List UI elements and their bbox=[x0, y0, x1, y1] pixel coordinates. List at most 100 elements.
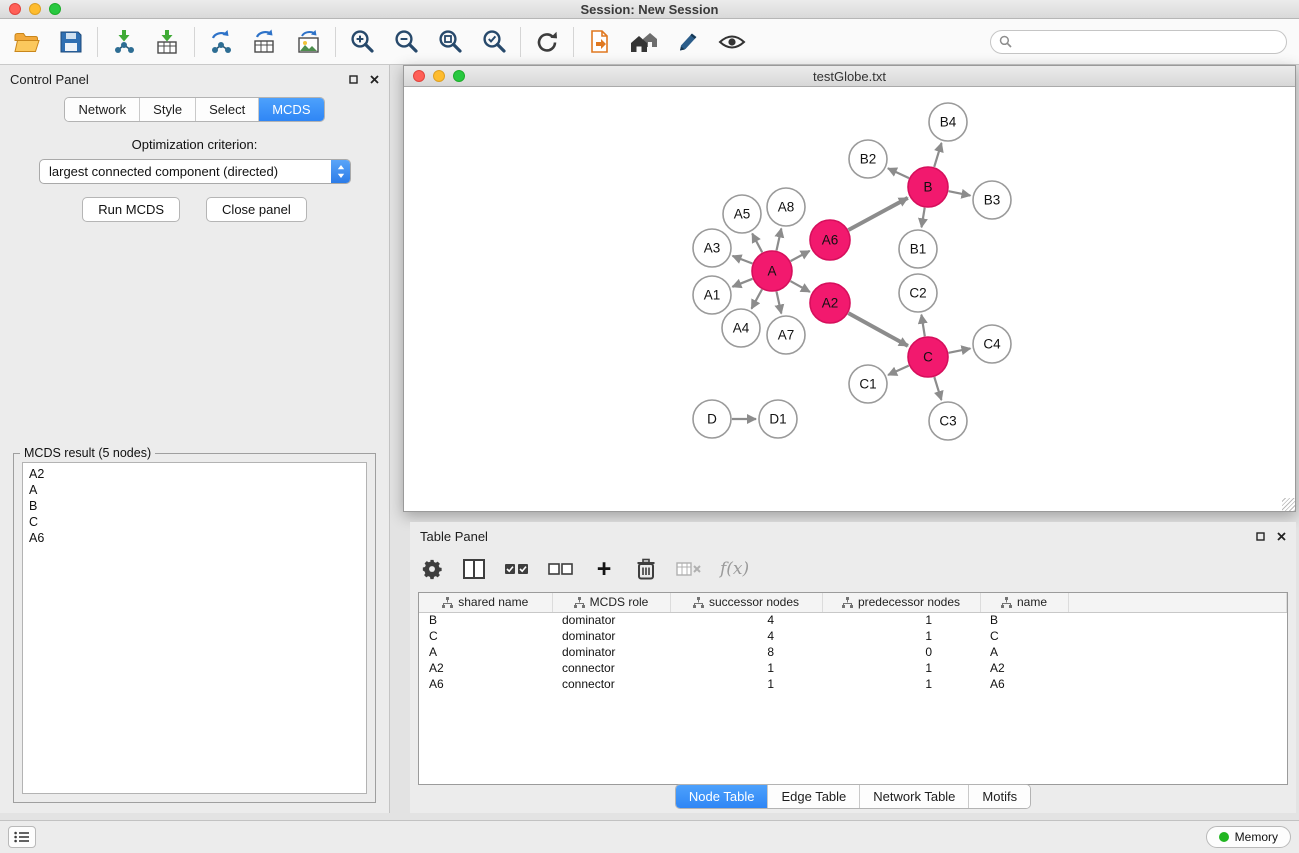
tab-select[interactable]: Select bbox=[196, 98, 259, 121]
network-edge-C-C4[interactable] bbox=[949, 348, 971, 352]
export-image-icon[interactable] bbox=[294, 27, 324, 57]
table-row[interactable]: Adominator80A bbox=[419, 644, 1287, 660]
table-cell: 1 bbox=[822, 628, 980, 644]
network-edge-C-C3[interactable] bbox=[934, 377, 941, 400]
network-edge-A-A6[interactable] bbox=[791, 251, 810, 261]
network-edge-A-A8[interactable] bbox=[777, 229, 782, 251]
svg-text:A7: A7 bbox=[778, 328, 795, 343]
tab-mcds[interactable]: MCDS bbox=[259, 98, 323, 121]
network-node-A5[interactable]: A5 bbox=[723, 195, 761, 233]
zoom-selected-icon[interactable] bbox=[479, 27, 509, 57]
table-row[interactable]: A6connector11A6 bbox=[419, 676, 1287, 692]
new-network-icon[interactable] bbox=[206, 27, 236, 57]
table-row[interactable]: Bdominator41B bbox=[419, 612, 1287, 628]
table-tab-motifs[interactable]: Motifs bbox=[969, 785, 1030, 808]
network-node-A[interactable]: A bbox=[752, 251, 792, 291]
open-file-icon[interactable] bbox=[12, 27, 42, 57]
network-edge-A2-C[interactable] bbox=[848, 313, 908, 346]
table-row[interactable]: Cdominator41C bbox=[419, 628, 1287, 644]
network-node-A2[interactable]: A2 bbox=[810, 283, 850, 323]
annotation-pen-icon[interactable] bbox=[673, 27, 703, 57]
table-settings-gear-icon[interactable] bbox=[420, 558, 444, 580]
network-node-B1[interactable]: B1 bbox=[899, 230, 937, 268]
network-node-A1[interactable]: A1 bbox=[693, 276, 731, 314]
import-table-icon[interactable] bbox=[153, 27, 183, 57]
network-edge-A-A5[interactable] bbox=[752, 234, 762, 253]
network-edge-A-A1[interactable] bbox=[732, 279, 752, 287]
minimize-network-window-button[interactable] bbox=[433, 70, 445, 82]
save-session-icon[interactable] bbox=[56, 27, 86, 57]
import-network-icon[interactable] bbox=[109, 27, 139, 57]
zoom-network-window-button[interactable] bbox=[453, 70, 465, 82]
task-history-button[interactable] bbox=[8, 826, 36, 848]
zoom-window-button[interactable] bbox=[49, 3, 61, 15]
network-edge-B-B4[interactable] bbox=[934, 143, 941, 167]
column-header-predecessor-nodes[interactable]: predecessor nodes bbox=[822, 593, 980, 612]
network-node-C3[interactable]: C3 bbox=[929, 402, 967, 440]
network-canvas[interactable]: B4 B2 B B3 A5A8A6 A3 A B1 A1 A2 C2 A4 A7 C4 C C1 C3 D D1 bbox=[404, 88, 1295, 511]
resize-grip[interactable] bbox=[1282, 498, 1295, 511]
network-node-A8[interactable]: A8 bbox=[767, 188, 805, 226]
zoom-in-icon[interactable] bbox=[347, 27, 377, 57]
close-panel-button[interactable]: Close panel bbox=[206, 197, 307, 222]
memory-button[interactable]: Memory bbox=[1206, 826, 1291, 848]
network-node-D[interactable]: D bbox=[693, 400, 731, 438]
eye-icon[interactable] bbox=[717, 27, 747, 57]
network-node-C1[interactable]: C1 bbox=[849, 365, 887, 403]
show-columns-icon[interactable] bbox=[462, 559, 486, 579]
close-panel-icon[interactable] bbox=[370, 75, 379, 84]
network-edge-A-A2[interactable] bbox=[790, 281, 810, 292]
network-edge-C-C2[interactable] bbox=[921, 315, 924, 337]
network-node-C[interactable]: C bbox=[908, 337, 948, 377]
select-all-icon[interactable] bbox=[504, 562, 530, 576]
delete-column-trash-icon[interactable] bbox=[634, 558, 658, 580]
close-network-window-button[interactable] bbox=[413, 70, 425, 82]
refresh-icon[interactable] bbox=[532, 27, 562, 57]
network-node-B[interactable]: B bbox=[908, 167, 948, 207]
network-edge-B-B3[interactable] bbox=[949, 191, 971, 195]
network-node-A3[interactable]: A3 bbox=[693, 229, 731, 267]
close-window-button[interactable] bbox=[9, 3, 21, 15]
zoom-fit-icon[interactable] bbox=[435, 27, 465, 57]
search-input[interactable] bbox=[1017, 35, 1278, 49]
network-node-A6[interactable]: A6 bbox=[810, 220, 850, 260]
network-edge-B-B2[interactable] bbox=[888, 168, 909, 178]
network-node-C2[interactable]: C2 bbox=[899, 274, 937, 312]
add-column-icon[interactable]: + bbox=[592, 559, 616, 579]
tab-style[interactable]: Style bbox=[140, 98, 196, 121]
tab-network[interactable]: Network bbox=[65, 98, 140, 121]
run-mcds-button[interactable]: Run MCDS bbox=[82, 197, 180, 222]
network-node-B4[interactable]: B4 bbox=[929, 103, 967, 141]
network-node-B3[interactable]: B3 bbox=[973, 181, 1011, 219]
network-edge-A-A4[interactable] bbox=[752, 289, 763, 308]
network-edge-B-B1[interactable] bbox=[922, 208, 925, 228]
column-header-successor-nodes[interactable]: successor nodes bbox=[670, 593, 822, 612]
minimize-window-button[interactable] bbox=[29, 3, 41, 15]
network-edge-A-A3[interactable] bbox=[733, 256, 753, 264]
float-panel-icon[interactable] bbox=[349, 75, 358, 84]
table-tab-network-table[interactable]: Network Table bbox=[860, 785, 969, 808]
table-row[interactable]: A2connector11A2 bbox=[419, 660, 1287, 676]
table-tab-node-table[interactable]: Node Table bbox=[676, 785, 769, 808]
close-table-panel-icon[interactable] bbox=[1277, 532, 1286, 541]
mcds-result-item: C bbox=[29, 514, 360, 530]
column-header-shared-name[interactable]: shared name bbox=[419, 593, 552, 612]
new-table-icon[interactable] bbox=[250, 27, 280, 57]
network-edge-A-A7[interactable] bbox=[777, 292, 782, 314]
network-edge-A6-B[interactable] bbox=[849, 198, 908, 230]
deselect-all-icon[interactable] bbox=[548, 562, 574, 576]
column-header-mcds-role[interactable]: MCDS role bbox=[552, 593, 670, 612]
zoom-out-icon[interactable] bbox=[391, 27, 421, 57]
export-document-icon[interactable] bbox=[585, 27, 615, 57]
home-icon[interactable] bbox=[629, 27, 659, 57]
column-header-name[interactable]: name bbox=[980, 593, 1068, 612]
optimization-criterion-dropdown[interactable]: largest connected component (directed) bbox=[39, 159, 351, 184]
network-edge-C-C1[interactable] bbox=[888, 366, 909, 375]
network-node-A4[interactable]: A4 bbox=[722, 309, 760, 347]
table-tab-edge-table[interactable]: Edge Table bbox=[768, 785, 860, 808]
network-node-C4[interactable]: C4 bbox=[973, 325, 1011, 363]
float-table-panel-icon[interactable] bbox=[1256, 532, 1265, 541]
network-node-B2[interactable]: B2 bbox=[849, 140, 887, 178]
network-node-D1[interactable]: D1 bbox=[759, 400, 797, 438]
network-node-A7[interactable]: A7 bbox=[767, 316, 805, 354]
